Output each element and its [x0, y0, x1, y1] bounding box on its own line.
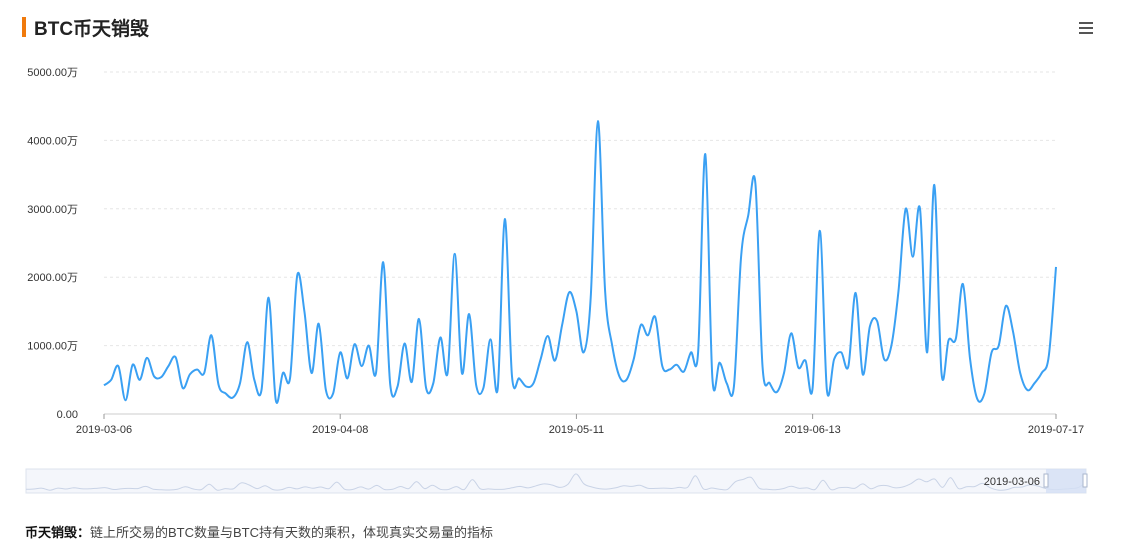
- zoom-handle-right[interactable]: [1082, 473, 1088, 488]
- zoom-handle-left[interactable]: [1043, 473, 1049, 488]
- x-tick-label: 2019-06-13: [784, 424, 840, 436]
- y-axis-ticks: 0.00 1000.00万 2000.00万 3000.00万 4000.00万 5000…: [27, 67, 78, 421]
- footer-term: 币天销毁：: [25, 525, 91, 540]
- y-tick-label: 1000.00万: [27, 341, 78, 353]
- y-tick-label: 2000.00万: [27, 272, 78, 284]
- footer-note: 币天销毁：链上所交易的BTC数量与BTC持有天数的乘积，体现真实交易量的指标: [25, 522, 493, 541]
- zoom-window[interactable]: [1046, 469, 1086, 493]
- y-tick-label: 5000.00万: [27, 67, 78, 79]
- x-tick-label: 2019-04-08: [312, 424, 368, 436]
- footer-description: 链上所交易的BTC数量与BTC持有天数的乘积，体现真实交易量的指标: [90, 525, 494, 540]
- x-tick-label: 2019-07-17: [1028, 424, 1084, 436]
- x-tick-label: 2019-05-11: [549, 424, 604, 436]
- y-tick-label: 3000.00万: [27, 204, 78, 216]
- y-tick-label: 0.00: [57, 409, 78, 421]
- zoom-start-label: 2019-03-06: [984, 476, 1040, 488]
- x-axis: 2019-03-06 2019-04-08 2019-05-11 2019-06-13…: [76, 413, 1084, 436]
- x-tick-label: 2019-03-06: [76, 424, 132, 436]
- zoom-track: [25, 468, 1087, 494]
- line-chart: 0.00 1000.00万 2000.00万 3000.00万 4000.00万 5000…: [25, 67, 1088, 494]
- y-tick-label: 4000.00万: [27, 135, 78, 147]
- grid-lines: [104, 71, 1056, 347]
- zoom-slider[interactable]: 2019-03-06: [25, 468, 1088, 494]
- series-line: [103, 120, 1057, 404]
